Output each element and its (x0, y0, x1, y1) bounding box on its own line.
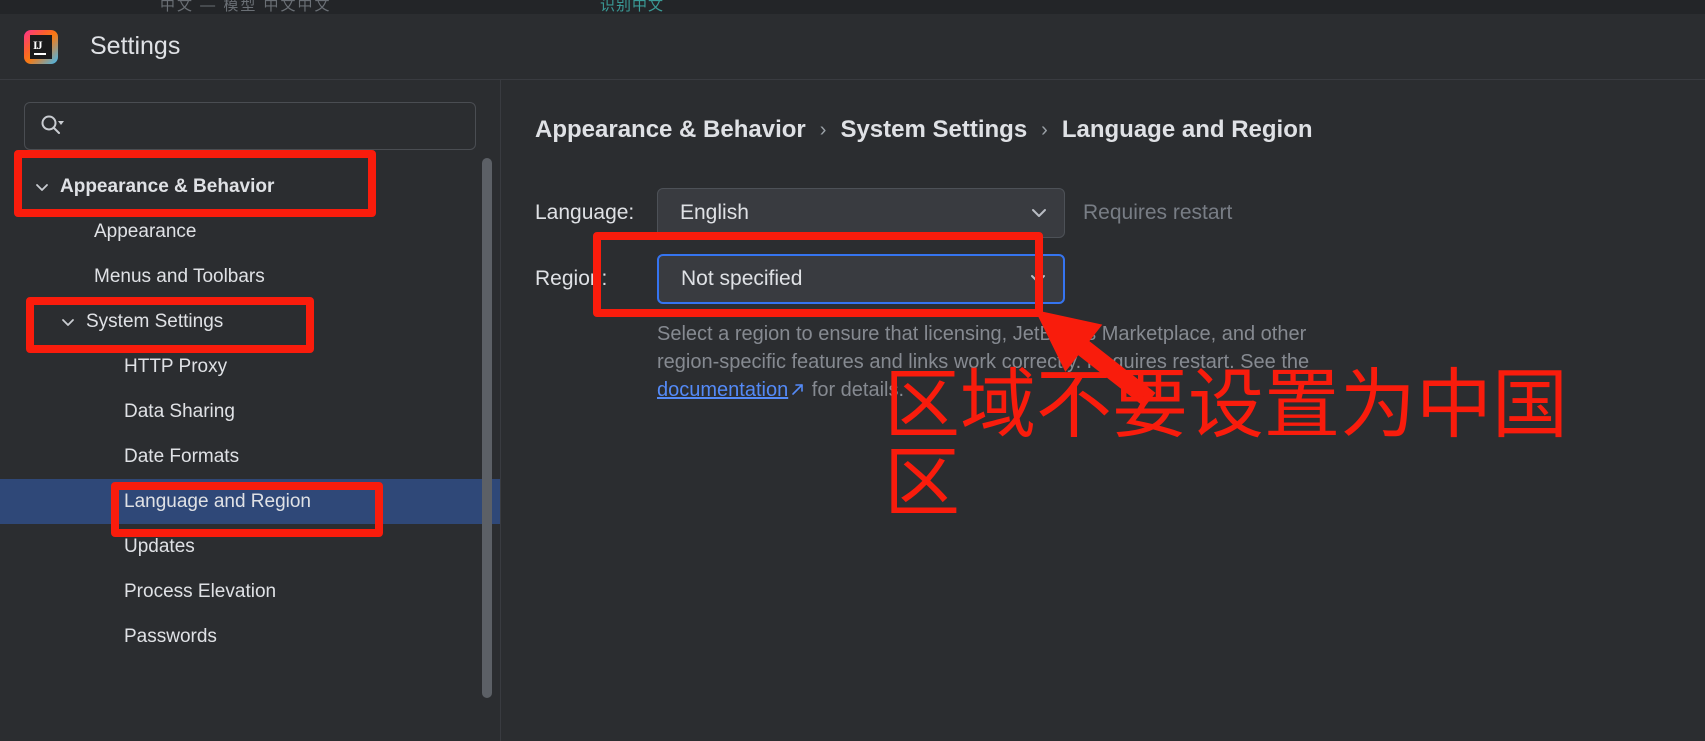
region-description: Select a region to ensure that licensing… (657, 320, 1337, 405)
chevron-down-icon (1027, 268, 1049, 290)
search-box[interactable] (24, 102, 476, 150)
settings-sidebar: Appearance & Behavior Appearance Menus and… (0, 80, 500, 741)
sidebar-item-label: Menus and Toolbars (94, 265, 265, 287)
region-row: Region: Not specified (535, 254, 1705, 304)
settings-content-panel: Appearance & Behavior › System Settings › La… (501, 80, 1705, 741)
region-description-part2: for details. (806, 379, 905, 401)
sidebar-item-data-sharing[interactable]: Data Sharing (0, 389, 500, 434)
sidebar-item-label: Process Elevation (124, 580, 277, 602)
sidebar-item-language-and-region[interactable]: Language and Region (0, 479, 500, 524)
screen-root: 中文 — 模型 中文中文 识别中文 IJ Settings Appearance… (0, 0, 1705, 741)
sidebar-item-label: HTTP Proxy (124, 355, 228, 377)
breadcrumb-item[interactable]: Appearance & Behavior (535, 116, 806, 144)
breadcrumb-item: Language and Region (1061, 116, 1313, 143)
language-region-form: Language: English Requires restart Regio… (535, 188, 1705, 405)
sidebar-item-label: Data Sharing (124, 400, 235, 422)
sidebar-scrollbar-thumb[interactable] (482, 158, 492, 698)
logo-letters: IJ (33, 37, 43, 52)
background-ghost-text: 中文 — 模型 中文中文 (160, 0, 332, 14)
documentation-link[interactable]: documentation (657, 379, 788, 401)
background-ghost-text-right: 识别中文 (600, 0, 665, 14)
sidebar-item-appearance[interactable]: Appearance (0, 209, 500, 254)
sidebar-item-label: Date Formats (124, 445, 240, 467)
language-combobox[interactable]: English (657, 188, 1065, 238)
sidebar-item-label: Appearance (94, 220, 197, 242)
external-link-icon (790, 377, 806, 405)
sidebar-item-process-elevation[interactable]: Process Elevation (0, 569, 500, 614)
chevron-down-icon[interactable] (32, 177, 52, 197)
settings-dialog: IJ Settings Appearance & Behavior Appear… (0, 14, 1705, 741)
sidebar-item-date-formats[interactable]: Date Formats (0, 434, 500, 479)
search-input[interactable] (71, 116, 461, 136)
sidebar-item-appearance-behavior[interactable]: Appearance & Behavior (0, 164, 500, 209)
language-row: Language: English Requires restart (535, 188, 1705, 238)
dialog-title: Settings (90, 32, 181, 60)
settings-tree: Appearance & Behavior Appearance Menus and… (0, 164, 500, 659)
breadcrumb-separator: › (819, 118, 827, 141)
language-requires-restart-hint: Requires restart (1083, 201, 1233, 224)
breadcrumb-item[interactable]: System Settings (840, 116, 1027, 144)
background-editor-strip: 中文 — 模型 中文中文 识别中文 (0, 0, 1705, 14)
sidebar-item-label: Updates (124, 535, 195, 557)
language-value: English (680, 201, 749, 224)
intellij-idea-logo-icon: IJ (24, 29, 58, 64)
chevron-down-icon[interactable] (58, 312, 78, 332)
sidebar-item-label: System Settings (86, 310, 224, 332)
sidebar-item-label: Appearance & Behavior (60, 175, 275, 197)
search-icon (39, 113, 65, 139)
sidebar-item-label: Passwords (124, 625, 217, 647)
chevron-down-icon (1028, 202, 1050, 224)
breadcrumb-separator: › (1041, 118, 1048, 141)
sidebar-item-passwords[interactable]: Passwords (0, 614, 500, 659)
dialog-titlebar: IJ Settings (0, 14, 1705, 80)
sidebar-item-updates[interactable]: Updates (0, 524, 500, 569)
sidebar-item-system-settings[interactable]: System Settings (0, 299, 500, 344)
language-label: Language: (535, 201, 635, 224)
region-combobox[interactable]: Not specified (657, 254, 1065, 304)
region-label: Region: (535, 267, 608, 290)
breadcrumb: Appearance & Behavior › System Settings › La… (535, 116, 1705, 144)
sidebar-item-http-proxy[interactable]: HTTP Proxy (0, 344, 500, 389)
region-description-part1: Select a region to ensure that licensing… (657, 323, 1310, 373)
region-value: Not specified (681, 267, 803, 290)
sidebar-scrollbar[interactable] (482, 158, 492, 718)
sidebar-item-label: Language and Region (124, 490, 312, 512)
sidebar-item-menus-and-toolbars[interactable]: Menus and Toolbars (0, 254, 500, 299)
